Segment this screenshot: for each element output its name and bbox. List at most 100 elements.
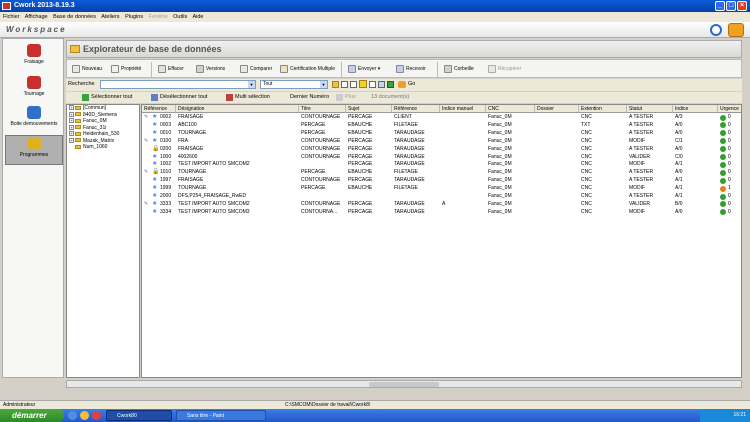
- column-header[interactable]: Urgence: [718, 105, 741, 113]
- expand-icon[interactable]: +: [69, 118, 74, 124]
- menu-affichage[interactable]: Affichage: [25, 14, 48, 20]
- checked-icon[interactable]: [378, 81, 385, 88]
- table-row[interactable]: ✎ ★ 3333 TEST IMPORT AUTO SMCOM2 CONTOURNAGE…: [142, 201, 741, 208]
- table-row[interactable]: ★ 0003 ABC100 PERCAGE EBAUCHE FILETAGE Fanuc_0…: [142, 121, 741, 129]
- edit-icon[interactable]: [728, 23, 744, 37]
- urgency-status-icon: [720, 122, 726, 129]
- horizontal-scrollbar[interactable]: [66, 380, 742, 388]
- menu-outils[interactable]: Outils: [173, 14, 187, 20]
- expand-icon[interactable]: +: [69, 137, 74, 143]
- go-button[interactable]: Go: [398, 80, 415, 89]
- expand-icon[interactable]: +: [69, 105, 74, 111]
- table-cell: A TESTER: [629, 193, 654, 199]
- properties-button[interactable]: Propriété: [110, 63, 141, 76]
- expand-icon[interactable]: +: [69, 131, 74, 137]
- title-bar: Cwork 2013-8.19.3 _ □ ×: [0, 0, 750, 12]
- search-input[interactable]: ▼: [100, 80, 256, 89]
- nav-fraisage[interactable]: Fraisage: [5, 43, 63, 73]
- send-icon: [348, 65, 356, 73]
- column-header[interactable]: Désignation: [176, 105, 299, 113]
- select-all-button[interactable]: Sélectionner tout: [82, 94, 132, 101]
- table-row[interactable]: ★ 2000 DFS,P254_FRAISAGE_RwED Fanuc_0M CNC A …: [142, 193, 741, 200]
- table-cell: 0: [728, 145, 731, 152]
- table-row[interactable]: ★ 1000 4002600 CONTOURNAGE PERCAGE TARAUDAGE F…: [142, 154, 741, 161]
- column-header[interactable]: CNC: [486, 105, 535, 113]
- menu-base-de-donnees[interactable]: Base de données: [53, 14, 96, 20]
- panel-title: Explorateur de base de données: [83, 44, 222, 54]
- multi-selection-button[interactable]: Multi sélection: [226, 94, 270, 101]
- help-icon[interactable]: [710, 24, 722, 36]
- multi-certification-button[interactable]: Certification Multiple: [279, 63, 335, 76]
- column-header[interactable]: Référence: [392, 105, 440, 113]
- plus-icon: [336, 94, 343, 101]
- new-button[interactable]: Nouveau: [71, 63, 102, 76]
- checkbox-icon[interactable]: [369, 81, 376, 88]
- lock-filter-icon[interactable]: [332, 81, 339, 88]
- table-row[interactable]: 🔒 0200 FRAISAGE CONTOURNAGE PERCAGE TARAUDAGE…: [142, 145, 741, 153]
- table-cell: Fanuc_0M: [488, 114, 512, 120]
- receive-button[interactable]: Recevoir: [395, 63, 426, 76]
- task-cwork[interactable]: Cwork80: [106, 410, 172, 421]
- column-header[interactable]: Référence: [142, 105, 176, 113]
- ie-icon[interactable]: [68, 411, 77, 420]
- trash-button[interactable]: Corbeille: [443, 63, 474, 76]
- nav-programmes[interactable]: Programmes: [5, 135, 63, 165]
- start-button[interactable]: démarrer: [0, 409, 64, 422]
- urgency-status-icon: [720, 177, 726, 184]
- urgency-status-icon: [720, 138, 726, 145]
- nav-boite-demouvements[interactable]: Boite demouvements: [5, 105, 63, 135]
- table-row[interactable]: ★ 0010 TOURNAGE PERCAGE EBAUCHE TARAUDAGE Fan…: [142, 130, 741, 137]
- column-header[interactable]: Sujet: [346, 105, 392, 113]
- table-row[interactable]: ★ 3334 TEST IMPORT AUTO SMCOM3 CONTOURNA...…: [142, 209, 741, 216]
- column-header[interactable]: Titre: [299, 105, 346, 113]
- versions-button[interactable]: Versions: [195, 63, 225, 76]
- checkbox-icon[interactable]: [341, 81, 348, 88]
- checkbox-icon[interactable]: [350, 81, 357, 88]
- filter-select[interactable]: Tout ▼: [260, 80, 328, 89]
- table-row[interactable]: ✎ ★ 0100 FRA CONTOURNAGE PERCAGE TARAUDAGE Fanu…: [142, 138, 741, 145]
- column-header[interactable]: Statut: [627, 105, 673, 113]
- table-row[interactable]: ✎ 🔒 1010 TOURNAGE PERCAGE EBAUCHE FILETAGE Fan…: [142, 169, 741, 176]
- table-cell: PERCAGE: [348, 177, 373, 184]
- media-icon[interactable]: [92, 411, 101, 420]
- tree-node-label: Fanuc_0M: [83, 118, 107, 124]
- status-path: C:\SMCOM\Dossier de travail\Cwork8\: [285, 402, 371, 408]
- expand-icon[interactable]: +: [69, 124, 74, 130]
- compare-button[interactable]: Comparer: [239, 63, 272, 76]
- deselect-all-button[interactable]: Désélectionner tout: [151, 94, 207, 101]
- menu-plugins[interactable]: Plugins: [125, 14, 143, 20]
- table-row[interactable]: ★ 1002 TEST IMPORT AUTO SMCOM2 PERCAGE TARAU…: [142, 161, 741, 168]
- warning-icon[interactable]: [359, 80, 367, 88]
- nav-label: Programmes: [19, 152, 49, 158]
- valid-icon[interactable]: [387, 81, 394, 88]
- table-row[interactable]: ✎ ★ 0002 FRAISAGE CONTOURNAGE PERCAGE CLIENT Fa…: [142, 114, 741, 121]
- menu-ateliers[interactable]: Ateliers: [101, 14, 119, 20]
- explorer-icon[interactable]: [80, 411, 89, 420]
- nav-tournage[interactable]: Tournage: [5, 75, 63, 105]
- table-row[interactable]: ★ 1999 TOURNAGE PERCAGE EBAUCHE FILETAGE Fanu…: [142, 185, 741, 192]
- menu-fichier[interactable]: Fichier: [3, 14, 20, 20]
- taskbar: démarrer Cwork80 Sans titre - Paint 16:2…: [0, 409, 750, 422]
- menu-aide[interactable]: Aide: [192, 14, 203, 20]
- table-cell: Fanuc_0M: [488, 169, 512, 176]
- delete-button[interactable]: Effacer: [157, 63, 184, 76]
- table-cell: MODIF: [629, 185, 646, 192]
- table-cell: A/1: [675, 193, 683, 199]
- column-header[interactable]: Indice: [673, 105, 718, 113]
- expand-icon[interactable]: +: [69, 111, 74, 117]
- last-number-button[interactable]: Dernier Numéro: [290, 94, 329, 100]
- table-cell: TARAUDAGE: [394, 145, 425, 152]
- task-paint[interactable]: Sans titre - Paint: [176, 410, 266, 421]
- table-row[interactable]: ★ 1997 FRAISAGE CONTOURNAGE PERCAGE TARAUDAGE…: [142, 177, 741, 184]
- table-cell: FILETAGE: [394, 121, 418, 128]
- send-button[interactable]: Envoyer ▾: [347, 63, 380, 76]
- close-button[interactable]: ×: [737, 1, 747, 11]
- tree-node[interactable]: Num_1060: [67, 144, 139, 151]
- column-header[interactable]: Dossier: [535, 105, 579, 113]
- column-header[interactable]: Indice manuel: [440, 105, 486, 113]
- maximize-button[interactable]: □: [726, 1, 736, 11]
- table-cell: CLIENT: [394, 114, 412, 120]
- minimize-button[interactable]: _: [715, 1, 725, 11]
- scroll-thumb[interactable]: [369, 382, 439, 387]
- column-header[interactable]: Extention: [579, 105, 627, 113]
